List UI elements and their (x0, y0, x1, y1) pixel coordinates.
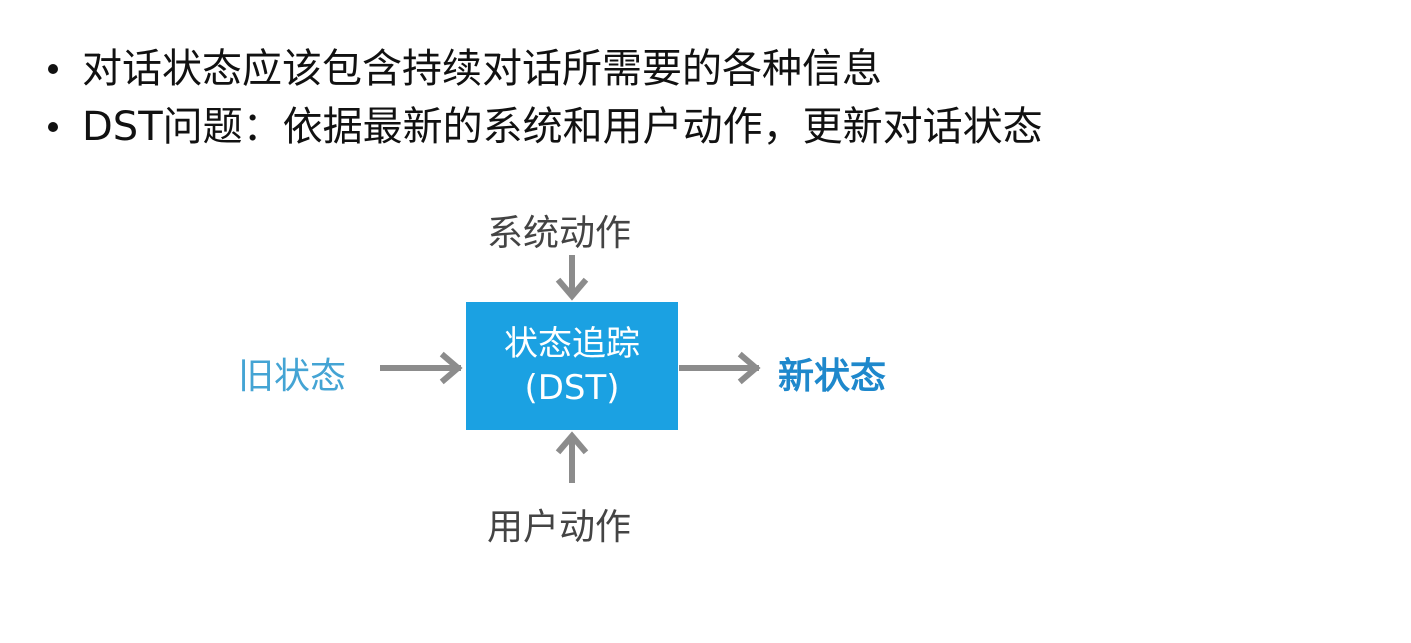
state-tracking-box: 状态追踪 (DST) (466, 302, 678, 430)
arrow-down-icon (555, 255, 589, 301)
box-subtitle: (DST) (524, 368, 620, 408)
arrow-right-icon (679, 351, 761, 385)
dst-diagram: 系统动作 状态追踪 (DST) 旧状态 新状态 用户动作 (0, 0, 1411, 643)
new-state-label: 新状态 (778, 356, 887, 397)
old-state-label: 旧状态 (238, 356, 347, 397)
user-action-label: 用户动作 (487, 507, 632, 548)
system-action-label: 系统动作 (487, 213, 632, 254)
arrow-up-icon (555, 431, 589, 483)
box-title: 状态追踪 (504, 324, 640, 364)
arrow-right-icon (380, 351, 463, 385)
arrows-layer (380, 255, 761, 483)
